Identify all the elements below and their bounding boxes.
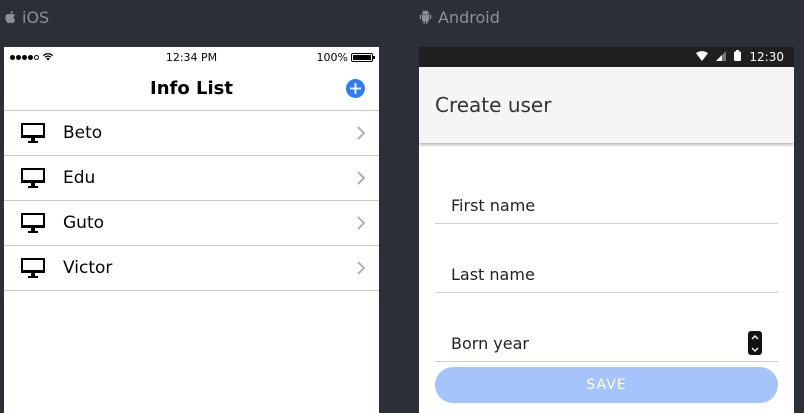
- info-list: Beto Edu Guto Victor: [4, 111, 379, 291]
- born-year-placeholder: Born year: [451, 333, 529, 353]
- monitor-icon: [21, 123, 47, 143]
- monitor-icon: [21, 213, 47, 233]
- android-platform-label: Android: [419, 7, 500, 27]
- list-item-label: Edu: [63, 168, 96, 188]
- create-user-form: First name Last name Born year SAVE: [419, 187, 794, 403]
- first-name-placeholder: First name: [451, 195, 536, 215]
- android-screen: 12:30 Create user First name Last name B…: [419, 47, 794, 413]
- android-label-text: Android: [438, 7, 500, 27]
- list-item-label: Beto: [63, 123, 103, 143]
- chevron-right-icon: [357, 171, 365, 185]
- android-status-time: 12:30: [749, 50, 784, 64]
- wifi-icon: [42, 51, 54, 64]
- save-button[interactable]: SAVE: [435, 367, 778, 403]
- last-name-field[interactable]: Last name: [435, 256, 778, 293]
- ios-battery-percent: 100%: [316, 50, 348, 64]
- android-icon: [419, 10, 432, 24]
- born-year-field[interactable]: Born year: [435, 325, 778, 362]
- plus-icon: [350, 83, 361, 94]
- last-name-placeholder: Last name: [451, 264, 535, 284]
- list-item[interactable]: Guto: [4, 201, 379, 246]
- battery-icon: [350, 52, 375, 62]
- chevron-right-icon: [357, 216, 365, 230]
- cell-signal-icon: [716, 50, 727, 64]
- first-name-field[interactable]: First name: [435, 187, 778, 224]
- list-item[interactable]: Beto: [4, 111, 379, 156]
- apple-icon: [4, 10, 16, 24]
- wifi-icon: [696, 50, 709, 64]
- battery-icon: [734, 50, 742, 64]
- monitor-icon: [21, 168, 47, 188]
- signal-strength-icon: [10, 54, 39, 60]
- android-toolbar: Create user: [419, 67, 794, 143]
- page-title: Info List: [150, 78, 233, 99]
- ios-platform-label: iOS: [4, 7, 49, 27]
- list-item[interactable]: Edu: [4, 156, 379, 201]
- ios-navigation-bar: Info List: [4, 67, 379, 111]
- android-status-bar: 12:30: [419, 47, 794, 67]
- list-item-label: Victor: [63, 258, 113, 278]
- list-item-label: Guto: [63, 213, 105, 233]
- ios-screen: 12:34 PM 100% Info List Beto Edu Guto Vi…: [4, 47, 379, 413]
- toolbar-title: Create user: [435, 93, 552, 117]
- number-stepper[interactable]: [748, 331, 762, 355]
- ios-status-bar: 12:34 PM 100%: [4, 47, 379, 67]
- add-button[interactable]: [346, 79, 365, 98]
- chevron-up-icon: [751, 334, 759, 339]
- ios-status-time: 12:34 PM: [165, 50, 218, 64]
- monitor-icon: [21, 258, 47, 278]
- ios-label-text: iOS: [22, 7, 50, 27]
- chevron-right-icon: [357, 261, 365, 275]
- list-item[interactable]: Victor: [4, 246, 379, 291]
- chevron-down-icon: [751, 347, 759, 352]
- chevron-right-icon: [357, 126, 365, 140]
